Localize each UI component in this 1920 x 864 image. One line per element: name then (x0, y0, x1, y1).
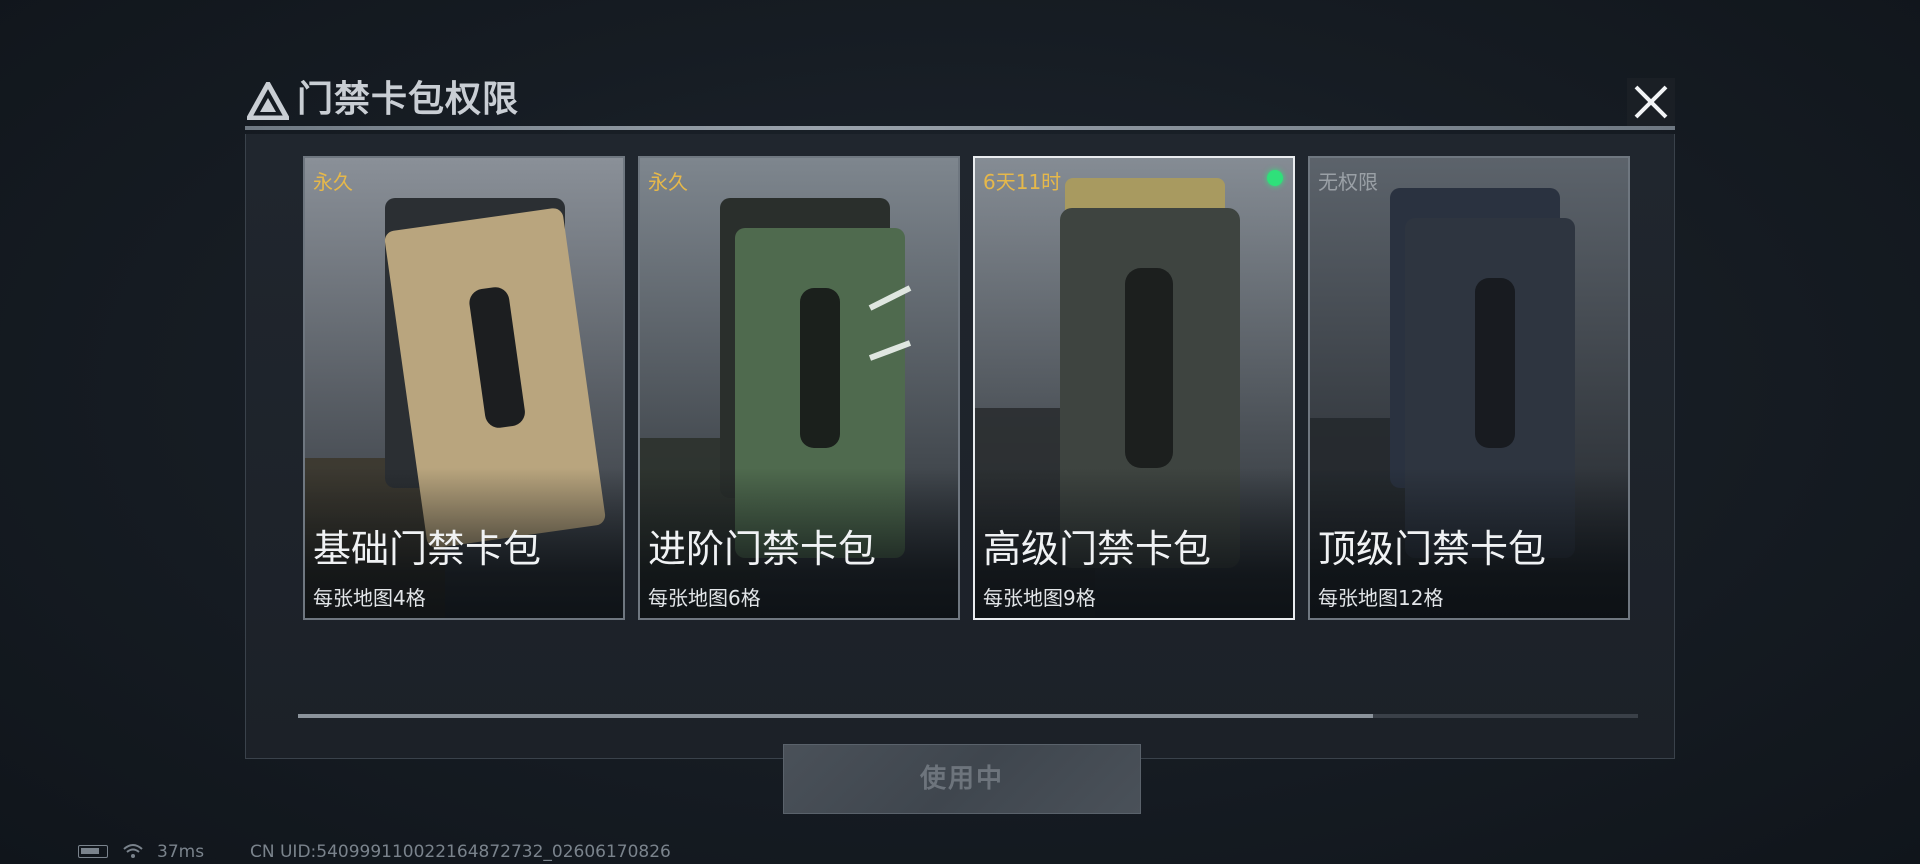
card-list: 永久 基础门禁卡包 每张地图4格 永久 进阶门禁卡包 每张地图6格 6天11时 … (303, 156, 1630, 620)
card-premium[interactable]: 6天11时 高级门禁卡包 每张地图9格 (973, 156, 1295, 620)
dialog-header: 门禁卡包权限 (245, 78, 1675, 130)
dialog-body: 永久 基础门禁卡包 每张地图4格 永久 进阶门禁卡包 每张地图6格 6天11时 … (245, 134, 1675, 814)
card-duration: 无权限 (1318, 170, 1378, 194)
card-name: 进阶门禁卡包 (648, 527, 877, 571)
card-top[interactable]: 无权限 顶级门禁卡包 每张地图12格 (1308, 156, 1630, 620)
in-use-button[interactable]: 使用中 (783, 744, 1141, 814)
card-capacity: 每张地图4格 (313, 586, 426, 610)
card-name: 高级门禁卡包 (983, 527, 1212, 571)
scrollbar-thumb[interactable] (298, 714, 1373, 718)
triangle-logo-icon (247, 82, 289, 120)
card-name: 基础门禁卡包 (313, 527, 542, 571)
ping-text: 37ms (157, 842, 205, 862)
close-icon (1634, 85, 1668, 119)
uid-text: CN UID:540999110022164872732_02606170826 (250, 842, 671, 862)
card-capacity: 每张地图9格 (983, 586, 1096, 610)
header-divider (245, 126, 1675, 130)
card-advanced[interactable]: 永久 进阶门禁卡包 每张地图6格 (638, 156, 960, 620)
close-button[interactable] (1627, 78, 1675, 126)
card-duration: 6天11时 (983, 170, 1062, 194)
card-capacity: 每张地图6格 (648, 586, 761, 610)
card-name: 顶级门禁卡包 (1318, 527, 1547, 571)
battery-icon (78, 845, 108, 858)
card-pack-dialog: 门禁卡包权限 永久 基础门禁卡包 每张地图4格 永久 进阶门禁卡包 每张地图6格… (245, 78, 1675, 814)
card-duration: 永久 (648, 170, 688, 194)
card-capacity: 每张地图12格 (1318, 586, 1444, 610)
wifi-icon (123, 844, 143, 858)
card-basic[interactable]: 永久 基础门禁卡包 每张地图4格 (303, 156, 625, 620)
dialog-title: 门禁卡包权限 (297, 79, 520, 120)
card-duration: 永久 (313, 170, 353, 194)
active-indicator-dot (1267, 170, 1283, 186)
